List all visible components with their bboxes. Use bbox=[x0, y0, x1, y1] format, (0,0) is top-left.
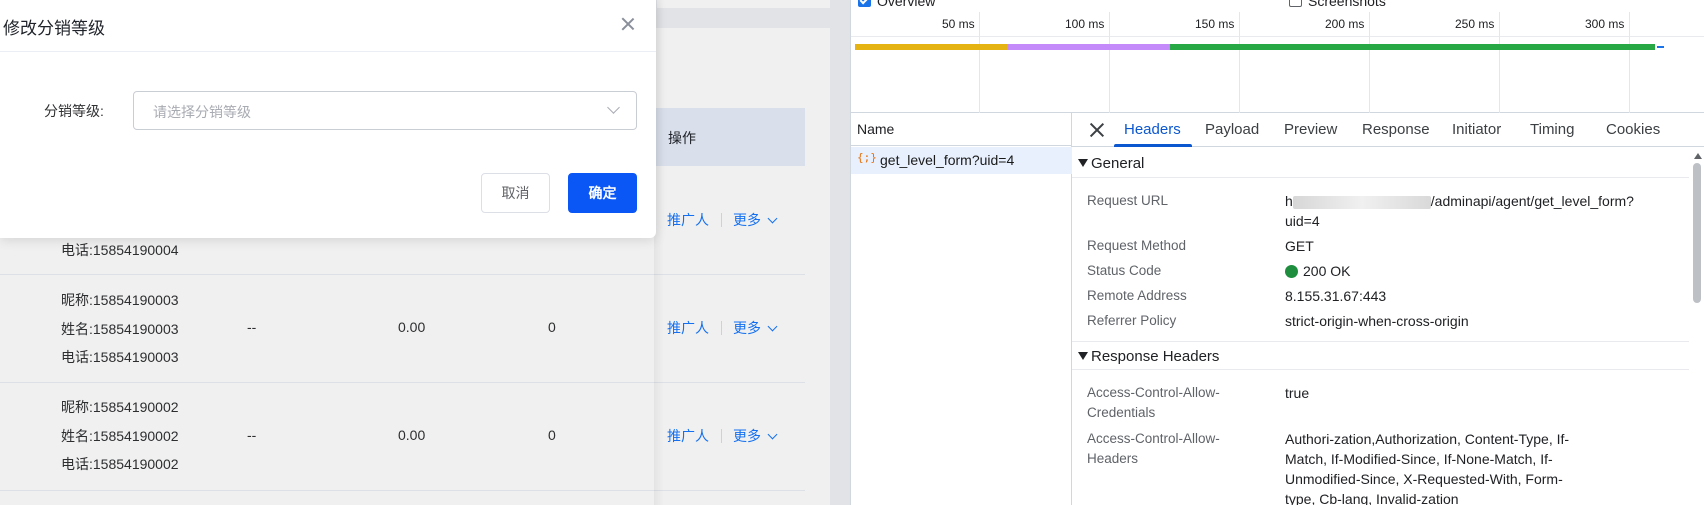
waterfall-segment-request bbox=[1008, 44, 1170, 50]
edit-level-dialog: 修改分销等级 分销等级: 请选择分销等级 取消 确定 bbox=[0, 0, 656, 238]
header-name: Request Method bbox=[1087, 238, 1187, 253]
waterfall-segment-waiting bbox=[855, 44, 1008, 50]
tab-initiator[interactable]: Initiator bbox=[1452, 121, 1501, 138]
timeline-tick-label: 250 ms bbox=[1455, 17, 1495, 31]
cancel-button[interactable]: 取消 bbox=[481, 173, 550, 213]
vertical-scrollbar[interactable] bbox=[1691, 149, 1703, 503]
request-row[interactable]: {;} get_level_form?uid=4 bbox=[851, 147, 1072, 174]
timeline-tick-label: 50 ms bbox=[942, 17, 975, 31]
status-ok-icon bbox=[1285, 265, 1298, 278]
select-placeholder: 请选择分销等级 bbox=[153, 104, 251, 120]
timeline-tick-label: 300 ms bbox=[1585, 17, 1625, 31]
header-name: Access-Control-Allow- Credentials bbox=[1087, 385, 1220, 420]
timeline-gridline bbox=[1239, 12, 1240, 113]
status-code-value: 200 OK bbox=[1285, 261, 1350, 281]
overview-toolbar: Overview Screenshots bbox=[851, 0, 1704, 12]
timeline-gridline bbox=[979, 12, 980, 113]
overview-label: Overview bbox=[877, 0, 936, 9]
section-title: General bbox=[1091, 155, 1145, 172]
fetch-json-icon: {;} bbox=[857, 151, 877, 164]
close-icon[interactable] bbox=[618, 14, 638, 34]
timeline-gridline bbox=[1369, 12, 1370, 113]
detail-tabs: Headers Payload Preview Response Initiat… bbox=[1072, 113, 1704, 147]
admin-app: 操作 电话:15854190004 推广人 更多 昵称:15854190003 … bbox=[0, 0, 850, 505]
header-name: Access-Control-Allow- Headers bbox=[1087, 431, 1220, 466]
screenshots-label: Screenshots bbox=[1308, 0, 1386, 9]
level-select[interactable]: 请选择分销等级 bbox=[133, 91, 637, 130]
timeline-gridline bbox=[1109, 12, 1110, 113]
request-url-value: h/adminapi/agent/get_level_form? uid=4 bbox=[1285, 193, 1634, 229]
request-list-header[interactable]: Name bbox=[851, 113, 1072, 146]
redacted-host bbox=[1292, 195, 1431, 209]
scrollbar-thumb[interactable] bbox=[1693, 163, 1701, 303]
header-value: strict-origin-when-cross-origin bbox=[1285, 313, 1469, 329]
active-tab-indicator bbox=[1114, 144, 1192, 147]
timeline-tick-label: 200 ms bbox=[1325, 17, 1365, 31]
header-name: Status Code bbox=[1087, 263, 1162, 278]
response-headers-section-header[interactable]: Response Headers bbox=[1072, 341, 1689, 370]
triangle-down-icon bbox=[1078, 159, 1088, 167]
header-value: GET bbox=[1285, 238, 1314, 254]
screenshots-checkbox[interactable] bbox=[1289, 0, 1302, 7]
request-list: Name {;} get_level_form?uid=4 bbox=[851, 113, 1072, 505]
scroll-up-icon[interactable] bbox=[1694, 153, 1702, 159]
waterfall-segment-download bbox=[1170, 44, 1655, 50]
timeline-tick-label: 150 ms bbox=[1195, 17, 1235, 31]
tab-response[interactable]: Response bbox=[1362, 121, 1430, 138]
column-name-label: Name bbox=[857, 121, 895, 137]
chevron-down-icon bbox=[607, 101, 620, 114]
overview-checkbox[interactable] bbox=[858, 0, 871, 7]
dialog-divider bbox=[0, 51, 656, 52]
header-value: 8.155.31.67:443 bbox=[1285, 288, 1387, 304]
header-name: Referrer Policy bbox=[1087, 313, 1177, 328]
tab-preview[interactable]: Preview bbox=[1284, 121, 1337, 138]
confirm-button[interactable]: 确定 bbox=[568, 173, 637, 213]
request-name: get_level_form?uid=4 bbox=[880, 152, 1015, 168]
close-icon[interactable] bbox=[1088, 121, 1106, 139]
triangle-down-icon bbox=[1078, 352, 1088, 360]
tab-headers[interactable]: Headers bbox=[1124, 121, 1181, 138]
header-name: Remote Address bbox=[1087, 288, 1187, 303]
waterfall-end-marker bbox=[1657, 46, 1664, 48]
tab-timing[interactable]: Timing bbox=[1530, 121, 1574, 138]
timeline-gridline bbox=[1499, 12, 1500, 113]
timeline-gridline bbox=[1629, 12, 1630, 113]
tab-cookies[interactable]: Cookies bbox=[1606, 121, 1660, 138]
level-field-label: 分销等级: bbox=[44, 103, 104, 119]
header-name: Request URL bbox=[1087, 193, 1169, 208]
devtools-network-panel: Overview Screenshots 50 ms 100 ms 150 ms… bbox=[850, 0, 1704, 505]
header-value: true bbox=[1285, 385, 1310, 401]
network-overview-timeline[interactable]: 50 ms 100 ms 150 ms 200 ms 250 ms 300 ms bbox=[851, 12, 1704, 113]
header-value: Authori-zation,Authorization, Content-Ty… bbox=[1285, 431, 1570, 505]
dialog-title: 修改分销等级 bbox=[3, 19, 105, 38]
timeline-tick-label: 100 ms bbox=[1065, 17, 1105, 31]
tab-payload[interactable]: Payload bbox=[1205, 121, 1259, 138]
request-detail-pane: Headers Payload Preview Response Initiat… bbox=[1072, 113, 1704, 505]
general-section-header[interactable]: General bbox=[1072, 149, 1689, 178]
section-title: Response Headers bbox=[1091, 348, 1220, 365]
